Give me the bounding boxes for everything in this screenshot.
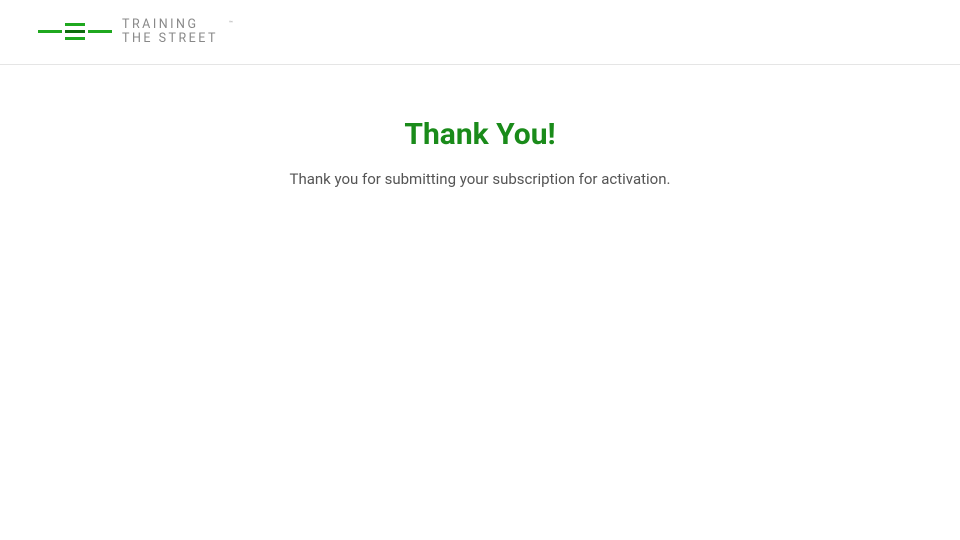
page-heading: Thank You! bbox=[0, 117, 960, 152]
main-content: Thank You! Thank you for submitting your… bbox=[0, 65, 960, 188]
header: TRAINING THE STREET ™ bbox=[0, 0, 960, 65]
logo-text-line2: THE STREET bbox=[122, 32, 218, 46]
logo-mark-icon bbox=[38, 20, 112, 44]
logo-text: TRAINING THE STREET bbox=[122, 18, 218, 46]
logo-trademark: ™ bbox=[229, 20, 233, 27]
page-subtext: Thank you for submitting your subscripti… bbox=[0, 170, 960, 188]
logo[interactable]: TRAINING THE STREET ™ bbox=[38, 18, 233, 46]
logo-text-line1: TRAINING bbox=[122, 18, 218, 32]
